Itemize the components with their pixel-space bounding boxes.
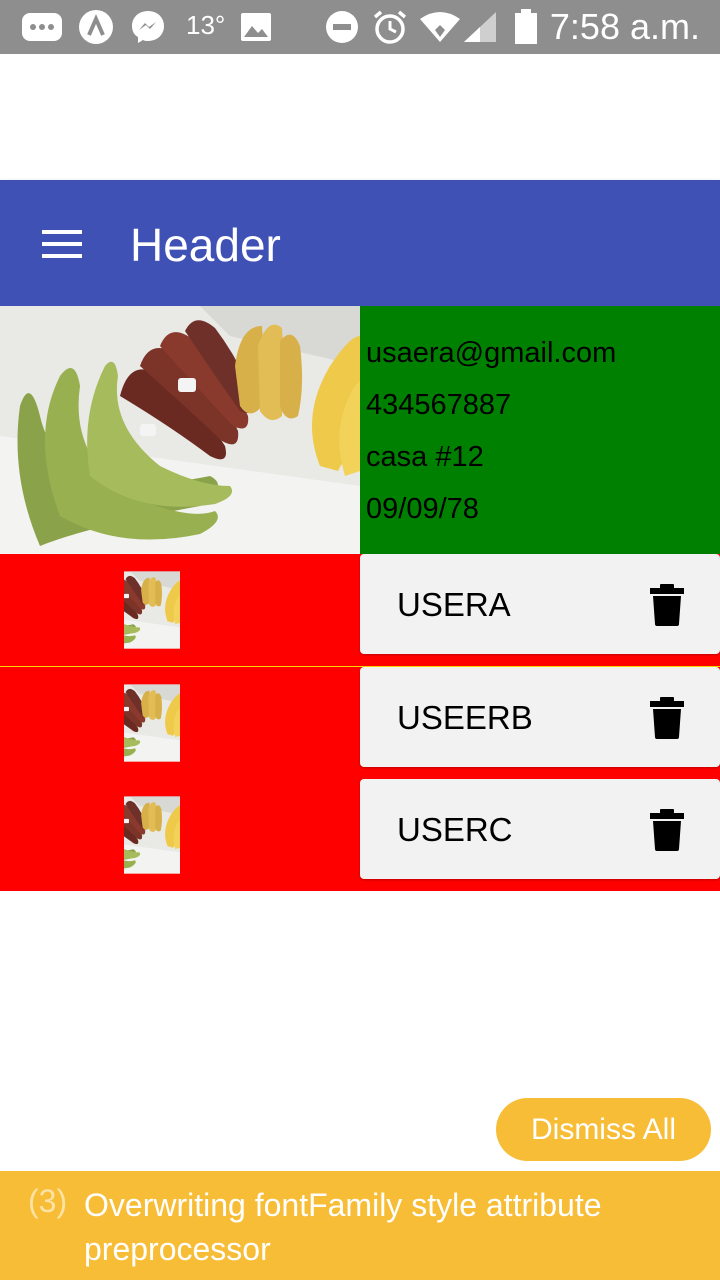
delete-icon[interactable] xyxy=(650,697,684,739)
list-item: USERA xyxy=(0,554,720,666)
battery-icon xyxy=(514,8,538,46)
gallery-icon xyxy=(240,8,272,46)
warning-message: Overwriting fontFamily style attribute p… xyxy=(84,1187,602,1267)
profile-address: casa #12 xyxy=(366,441,484,473)
profile-email: usaera@gmail.com xyxy=(366,337,617,369)
user-thumbnail xyxy=(124,554,236,666)
header-title: Header xyxy=(130,219,281,271)
messenger-icon xyxy=(130,8,166,46)
profile-phone: 434567887 xyxy=(366,389,512,421)
user-card[interactable]: USERA xyxy=(360,554,720,654)
signal-icon xyxy=(462,8,498,46)
user-card[interactable]: USERC xyxy=(360,779,720,879)
warning-bar[interactable]: (3) Overwriting fontFamily style attribu… xyxy=(0,1171,720,1280)
do-not-disturb-icon xyxy=(324,8,360,46)
temperature: 13° xyxy=(186,10,226,40)
app-icon xyxy=(78,8,114,46)
delete-icon[interactable] xyxy=(650,809,684,851)
list-item: USEERB xyxy=(0,667,720,779)
app-header: Header xyxy=(0,180,720,306)
alarm-icon xyxy=(372,8,408,46)
clock: 7:58 a.m. xyxy=(549,6,700,47)
user-name: USEERB xyxy=(397,699,533,736)
profile-image xyxy=(0,306,360,554)
user-name: USERC xyxy=(397,811,513,848)
more-icon xyxy=(22,8,62,46)
profile-info: usaera@gmail.com 434567887 casa #12 09/0… xyxy=(360,306,720,554)
profile-birthdate: 09/09/78 xyxy=(366,493,479,525)
dismiss-all-button[interactable]: Dismiss All xyxy=(496,1098,711,1161)
user-card[interactable]: USEERB xyxy=(360,667,720,767)
user-thumbnail xyxy=(124,667,236,779)
status-bar: 13° 7:58 a.m. xyxy=(0,0,720,54)
wifi-icon xyxy=(420,8,460,46)
warning-count: (3) xyxy=(28,1183,68,1219)
delete-icon[interactable] xyxy=(650,584,684,626)
menu-icon[interactable] xyxy=(38,226,86,262)
list-item: USERC xyxy=(0,779,720,891)
user-thumbnail xyxy=(124,779,236,891)
user-name: USERA xyxy=(397,586,511,623)
